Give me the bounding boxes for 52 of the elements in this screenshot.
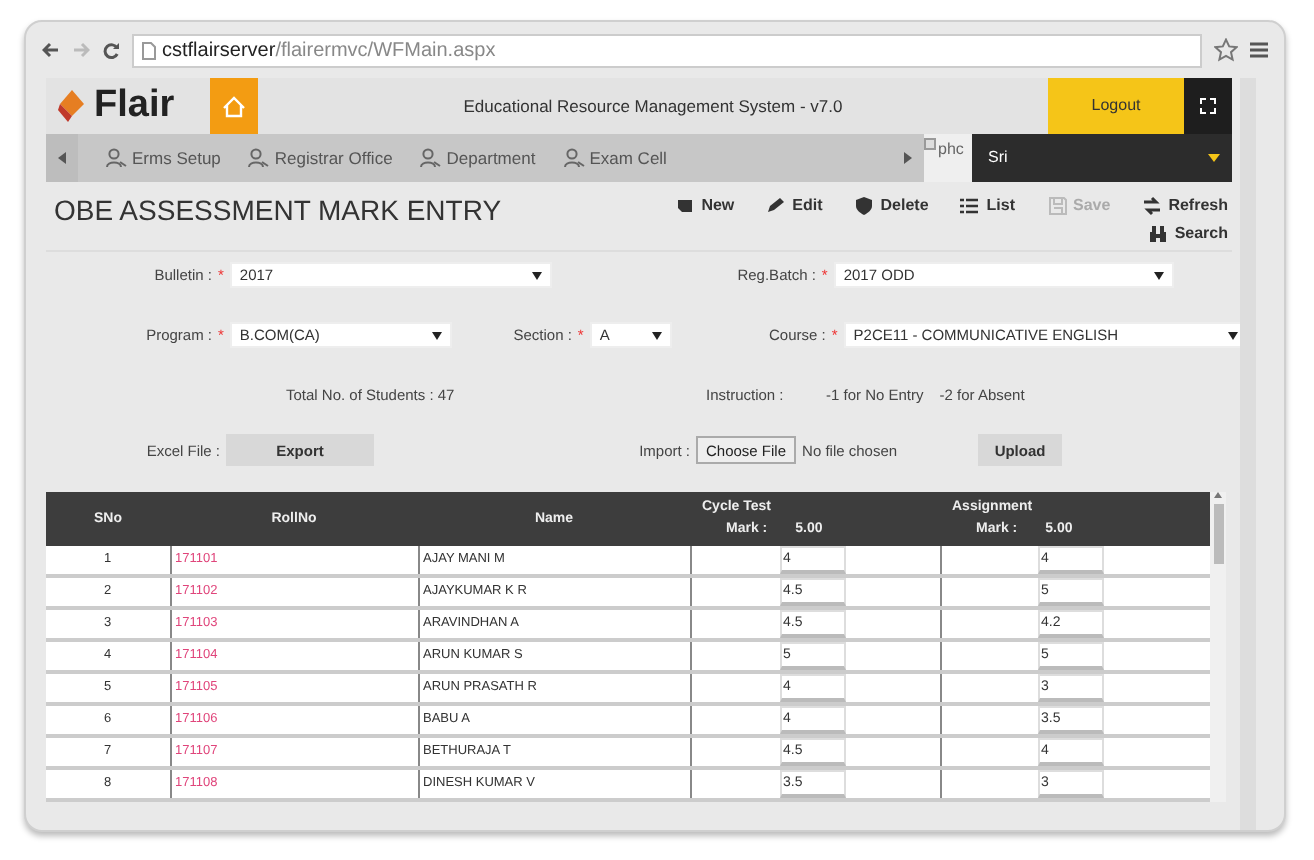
scroll-left-button[interactable]	[46, 134, 78, 182]
logo-text: Flair	[94, 81, 175, 130]
user-dropdown[interactable]: Sri	[972, 134, 1232, 182]
bookmark-star-icon[interactable]	[1214, 38, 1238, 62]
nav-menu-item[interactable]: Erms Setup	[78, 145, 221, 171]
toolbar-edit-button[interactable]: Edit	[766, 194, 823, 218]
user-icon	[420, 148, 443, 168]
nav-menu-item[interactable]: Exam Cell	[535, 145, 667, 171]
page-icon	[142, 41, 156, 59]
dropdown-arrow-icon	[431, 331, 442, 339]
menu-icon[interactable]	[1250, 42, 1268, 58]
fullscreen-button[interactable]	[1184, 78, 1232, 134]
shield-icon	[854, 196, 875, 216]
list-icon	[960, 196, 981, 216]
swap-arrows-icon	[1142, 196, 1163, 216]
scroll-up-icon	[1214, 492, 1222, 499]
dropdown-arrow-icon	[531, 271, 542, 279]
right-caret-icon	[904, 152, 912, 164]
toolbar-refresh-button[interactable]: Refresh	[1142, 194, 1228, 218]
address-bar[interactable]: cstflairserver/flairermvc/WFMain.aspx	[132, 33, 1202, 67]
caret-icon	[1208, 154, 1220, 162]
home-icon	[222, 95, 246, 117]
home-button[interactable]	[210, 78, 258, 134]
fullscreen-icon	[1200, 98, 1216, 114]
broken-image-icon	[924, 138, 936, 150]
pencil-icon	[766, 196, 787, 216]
nav-menu-item[interactable]: Department	[392, 145, 536, 171]
user-icon	[248, 148, 271, 168]
card-icon	[675, 196, 696, 216]
reload-icon[interactable]	[102, 41, 120, 59]
dropdown-arrow-icon	[651, 331, 662, 339]
dropdown-arrow-icon	[1153, 271, 1164, 279]
scrollbar-thumb[interactable]	[1213, 504, 1223, 565]
table-scrollbar[interactable]	[1210, 492, 1226, 803]
toolbar-delete-button[interactable]: Delete	[854, 194, 929, 218]
url-text: cstflairserver/flairermvc/WFMain.aspx	[162, 37, 496, 65]
dropdown-arrow-icon	[1227, 331, 1238, 339]
left-caret-icon	[58, 152, 66, 164]
toolbar-new-button[interactable]: New	[675, 194, 735, 218]
toolbar-search-button[interactable]: Search	[1148, 222, 1228, 246]
logo-icon	[56, 88, 88, 124]
broken-image: phc	[924, 134, 972, 182]
logout-button[interactable]: Logout	[1048, 78, 1184, 134]
back-icon[interactable]	[42, 42, 60, 58]
page-title: OBE ASSESSMENT MARK ENTRY	[54, 194, 502, 228]
page-scrollbar[interactable]	[1240, 78, 1256, 830]
binoculars-icon	[1148, 224, 1169, 244]
toolbar-list-button[interactable]: List	[960, 194, 1016, 218]
user-icon	[106, 148, 128, 168]
app-title: Educational Resource Management System - v7.0	[461, 93, 845, 119]
nav-menu-item[interactable]: Registrar Office	[220, 145, 393, 171]
user-icon	[563, 148, 586, 168]
